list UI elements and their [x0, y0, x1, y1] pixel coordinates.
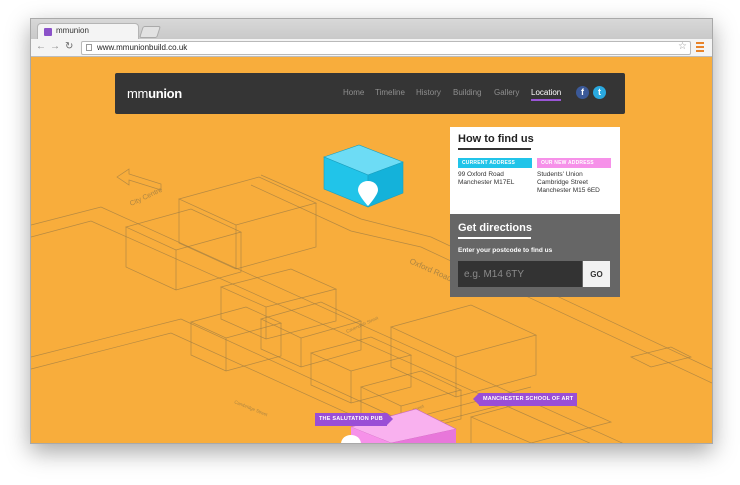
nav-history[interactable]: History: [416, 88, 441, 97]
map-label-cambridge-street: Cambridge Street: [234, 399, 269, 417]
map-block: [177, 176, 318, 226]
back-icon[interactable]: ←: [36, 41, 46, 53]
nav-home[interactable]: Home: [343, 88, 364, 97]
document-icon: [86, 44, 92, 51]
browser-window: mmunion ← → ↻ www.mmunionbuild.co.uk ☆ O…: [30, 18, 713, 444]
current-address-label: CURRENT ADDRESS: [458, 158, 532, 168]
map-label-city-centre: City Centre: [129, 187, 164, 208]
new-address-line: Manchester M15 6ED: [537, 187, 600, 194]
nav-location[interactable]: Location: [531, 88, 562, 101]
address-bar[interactable]: www.mmunionbuild.co.uk ☆: [81, 41, 691, 55]
tab-bar: mmunion: [31, 19, 712, 40]
map-block: [124, 208, 243, 251]
directions-title: Get directions: [458, 222, 532, 234]
title-underline: [458, 237, 531, 239]
site-header: mmunion Home Timeline History Building G…: [115, 73, 625, 114]
go-button[interactable]: GO: [583, 261, 610, 287]
logo-bold-text: union: [148, 86, 182, 101]
url-text: www.mmunionbuild.co.uk: [97, 43, 188, 52]
map-label-oxford-road: Oxford Road: [408, 257, 453, 284]
browser-toolbar: ← → ↻ www.mmunionbuild.co.uk ☆: [31, 39, 712, 57]
map-block: [389, 304, 538, 358]
nav-timeline[interactable]: Timeline: [375, 88, 405, 97]
favicon-icon: [44, 28, 52, 36]
logo-light-text: mm: [127, 86, 149, 101]
facebook-icon[interactable]: f: [576, 86, 589, 99]
new-address-line: Students' Union: [537, 171, 583, 178]
new-address-line: Cambridge Street: [537, 179, 588, 186]
current-address-line: Manchester M17EL: [458, 179, 515, 186]
new-address: Students' Union Cambridge Street Manches…: [537, 171, 600, 195]
postcode-input[interactable]: [458, 261, 582, 287]
map-block: [219, 268, 338, 308]
new-tab-button[interactable]: [139, 26, 161, 38]
map-block: [189, 306, 283, 339]
directions-panel: Get directions Enter your postcode to fi…: [450, 214, 620, 297]
page-content: Oxford Road City Centre Cavendish Street…: [31, 57, 712, 443]
nav-building[interactable]: Building: [453, 88, 481, 97]
twitter-icon[interactable]: t: [593, 86, 606, 99]
forward-icon[interactable]: →: [50, 41, 60, 53]
current-address-line: 99 Oxford Road: [458, 171, 504, 178]
salutation-pub-label[interactable]: THE SALUTATION PUB: [315, 413, 393, 426]
find-us-panel: How to find us CURRENT ADDRESS OUR NEW A…: [450, 127, 620, 214]
browser-tab[interactable]: mmunion: [37, 23, 139, 40]
tab-title: mmunion: [56, 26, 89, 35]
find-us-title: How to find us: [458, 133, 534, 145]
star-icon[interactable]: ☆: [678, 41, 687, 52]
site-logo[interactable]: mmunion: [127, 86, 182, 101]
title-underline: [458, 148, 531, 150]
school-of-art-label[interactable]: MANCHESTER SCHOOL OF ART: [472, 393, 578, 406]
reload-icon[interactable]: ↻: [65, 41, 73, 53]
current-address: 99 Oxford Road Manchester M17EL: [458, 171, 514, 187]
menu-icon[interactable]: [696, 42, 704, 52]
directions-prompt: Enter your postcode to find us: [458, 247, 553, 254]
nav-gallery[interactable]: Gallery: [494, 88, 519, 97]
new-address-label: OUR NEW ADDRESS: [537, 158, 611, 168]
